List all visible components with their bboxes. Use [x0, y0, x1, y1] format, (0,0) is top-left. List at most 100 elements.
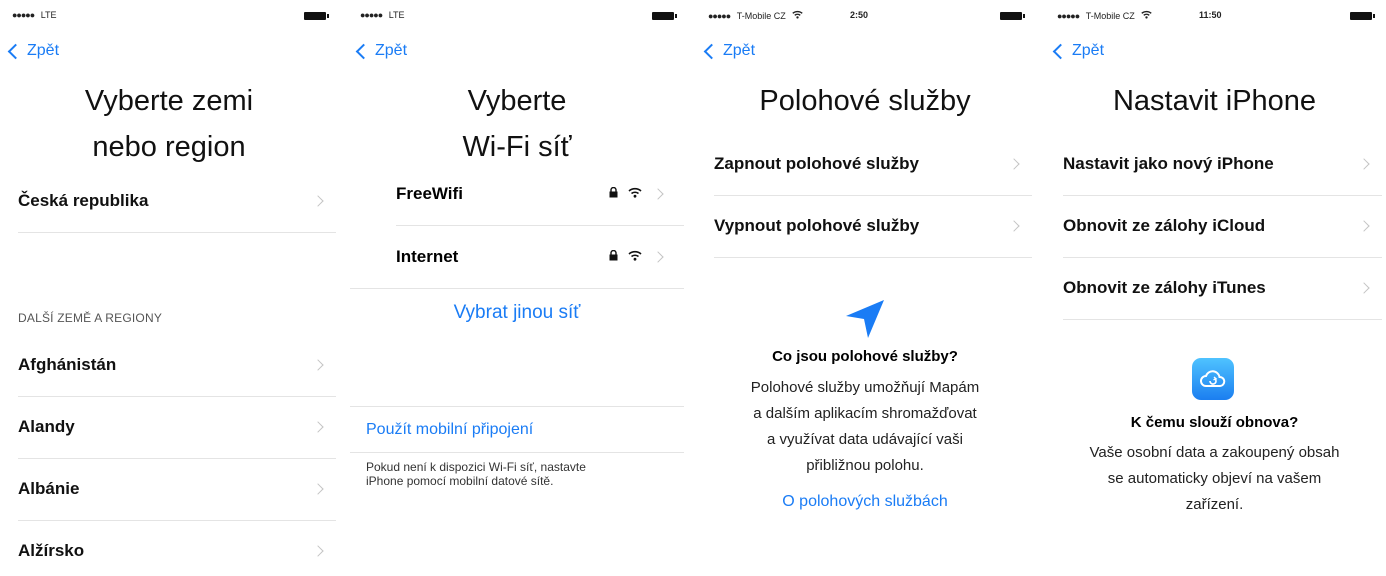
- battery-icon: [1000, 12, 1025, 20]
- list-item-label: Vypnout polohové služby: [714, 216, 920, 235]
- network-icons: [609, 187, 642, 198]
- title-line-1: Polohové služby: [759, 85, 971, 117]
- carrier-label: T-Mobile CZ: [736, 11, 786, 21]
- info-line: Vaše osobní data a zakoupený obsah: [1089, 444, 1340, 461]
- clock: 11:50: [1199, 10, 1222, 20]
- signal-dots: ●●●●●: [708, 11, 731, 21]
- info-line: zařízení.: [1185, 496, 1244, 513]
- title-line-1: Vyberte: [467, 85, 567, 117]
- list-item-label: Obnovit ze zálohy iTunes: [1063, 278, 1266, 297]
- mobile-footnote: Pokud není k dispozici Wi-Fi síť, nastav…: [366, 460, 586, 488]
- use-mobile-connection-link[interactable]: Použít mobilní připojení: [366, 421, 533, 439]
- chevron-right-icon: [1358, 220, 1370, 232]
- wifi-network-freewifi[interactable]: FreeWifi: [396, 163, 684, 226]
- status-bar: ●●●●● LTE: [12, 10, 329, 24]
- list-item-afghanistan[interactable]: Afghánistán: [18, 334, 336, 397]
- info-line: a dalším aplikacím shromažďovat: [753, 405, 977, 422]
- list-item-label: Nastavit jako nový iPhone: [1063, 154, 1274, 173]
- icloud-icon: [1192, 358, 1234, 400]
- info-body: Vaše osobní data a zakoupený obsah se au…: [1047, 440, 1382, 518]
- list-item-albanie[interactable]: Albánie: [18, 458, 336, 521]
- wifi-icon: [792, 10, 803, 19]
- clock: 2:50: [850, 10, 869, 20]
- page-title: Vyberte Wi-Fi síť: [350, 78, 684, 170]
- signal-dots: ●●●●●: [12, 10, 35, 20]
- back-label: Zpět: [27, 42, 60, 59]
- page-title: Vyberte zemi nebo region: [2, 78, 336, 170]
- chevron-right-icon: [1008, 158, 1020, 170]
- list-item-label: Zapnout polohové služby: [714, 154, 919, 173]
- chevron-right-icon: [652, 251, 664, 263]
- chevron-right-icon: [312, 195, 324, 207]
- info-line: a využívat data udávající vaši: [767, 431, 963, 448]
- setup-as-new-iphone-row[interactable]: Nastavit jako nový iPhone: [1063, 133, 1382, 196]
- info-heading: K čemu slouží obnova?: [1130, 414, 1299, 431]
- list-item-ceska-republika[interactable]: Česká republika: [18, 170, 336, 233]
- chevron-left-icon: [1052, 43, 1069, 60]
- list-item-alandy[interactable]: Alandy: [18, 396, 336, 459]
- title-line-1: Nastavit iPhone: [1112, 85, 1317, 117]
- carrier-label: T-Mobile CZ: [1085, 11, 1135, 21]
- divider: [350, 452, 684, 453]
- chevron-right-icon: [1358, 282, 1370, 294]
- list-item-label: Česká republika: [18, 191, 149, 210]
- chevron-left-icon: [355, 43, 372, 60]
- location-services-screen: ●●●●● T-Mobile CZ 2:50 Zpět Polohové slu…: [698, 0, 1032, 576]
- footnote-line: Pokud není k dispozici Wi-Fi síť, nastav…: [366, 460, 586, 474]
- back-label: Zpět: [723, 42, 756, 59]
- list-item-label: Albánie: [18, 479, 80, 498]
- page-title: Polohové služby: [698, 78, 1032, 124]
- enable-location-services-row[interactable]: Zapnout polohové služby: [714, 133, 1032, 196]
- wifi-network-internet[interactable]: Internet: [396, 226, 684, 288]
- battery-icon: [652, 12, 677, 20]
- status-bar: ●●●●● T-Mobile CZ 2:50: [708, 10, 1025, 24]
- restore-from-icloud-row[interactable]: Obnovit ze zálohy iCloud: [1063, 195, 1382, 258]
- chevron-right-icon: [1008, 220, 1020, 232]
- list-item-label: Obnovit ze zálohy iCloud: [1063, 216, 1266, 235]
- chevron-right-icon: [312, 359, 324, 371]
- wifi-screen: ●●●●● LTE Zpět Vyberte Wi-Fi síť FreeWif…: [350, 0, 684, 576]
- country-region-screen: ●●●●● LTE Zpět Vyberte zemi nebo region …: [2, 0, 336, 576]
- list-item-label: Alžírsko: [18, 541, 85, 560]
- list-item-label: Alandy: [18, 417, 75, 436]
- about-location-services-link[interactable]: O polohových službách: [698, 493, 1032, 511]
- chevron-right-icon: [652, 188, 664, 200]
- status-bar: ●●●●● T-Mobile CZ 11:50: [1057, 10, 1375, 24]
- list-item-label: Afghánistán: [18, 355, 117, 374]
- chevron-right-icon: [312, 483, 324, 495]
- restore-from-itunes-row[interactable]: Obnovit ze zálohy iTunes: [1063, 257, 1382, 320]
- back-button[interactable]: Zpět: [1052, 42, 1104, 60]
- chevron-left-icon: [703, 43, 720, 60]
- carrier-label: LTE: [388, 10, 405, 20]
- back-label: Zpět: [375, 42, 408, 59]
- info-body: Polohové služby umožňují Mapám a dalším …: [698, 375, 1032, 479]
- divider: [350, 288, 684, 289]
- section-header: DALŠÍ ZEMĚ A REGIONY: [18, 311, 163, 325]
- battery-icon: [304, 12, 329, 20]
- lock-icon: [609, 187, 618, 198]
- lock-icon: [609, 250, 618, 261]
- wifi-icon: [628, 187, 642, 198]
- title-line-2: nebo region: [92, 131, 246, 163]
- footnote-line: iPhone pomocí mobilní datové sítě.: [366, 474, 554, 488]
- back-button[interactable]: Zpět: [7, 42, 60, 60]
- chevron-right-icon: [312, 545, 324, 557]
- info-heading: Co jsou polohové služby?: [772, 348, 958, 365]
- info-line: se automaticky objeví na vašem: [1107, 470, 1322, 487]
- disable-location-services-row[interactable]: Vypnout polohové služby: [714, 195, 1032, 258]
- signal-dots: ●●●●●: [1057, 11, 1080, 21]
- back-button[interactable]: Zpět: [703, 42, 756, 60]
- chevron-right-icon: [312, 421, 324, 433]
- back-button[interactable]: Zpět: [355, 42, 408, 60]
- list-item-alzirsko[interactable]: Alžírsko: [18, 520, 336, 576]
- carrier-label: LTE: [40, 10, 57, 20]
- choose-other-network-link[interactable]: Vybrat jinou síť: [350, 302, 684, 324]
- wifi-icon: [1141, 10, 1152, 19]
- info-line: přibližnou polohu.: [806, 457, 924, 474]
- chevron-right-icon: [1358, 158, 1370, 170]
- battery-icon: [1350, 12, 1375, 20]
- wifi-icon: [628, 250, 642, 261]
- signal-dots: ●●●●●: [360, 10, 383, 20]
- info-line: Polohové služby umožňují Mapám: [750, 379, 980, 396]
- page-title: Nastavit iPhone: [1047, 78, 1382, 124]
